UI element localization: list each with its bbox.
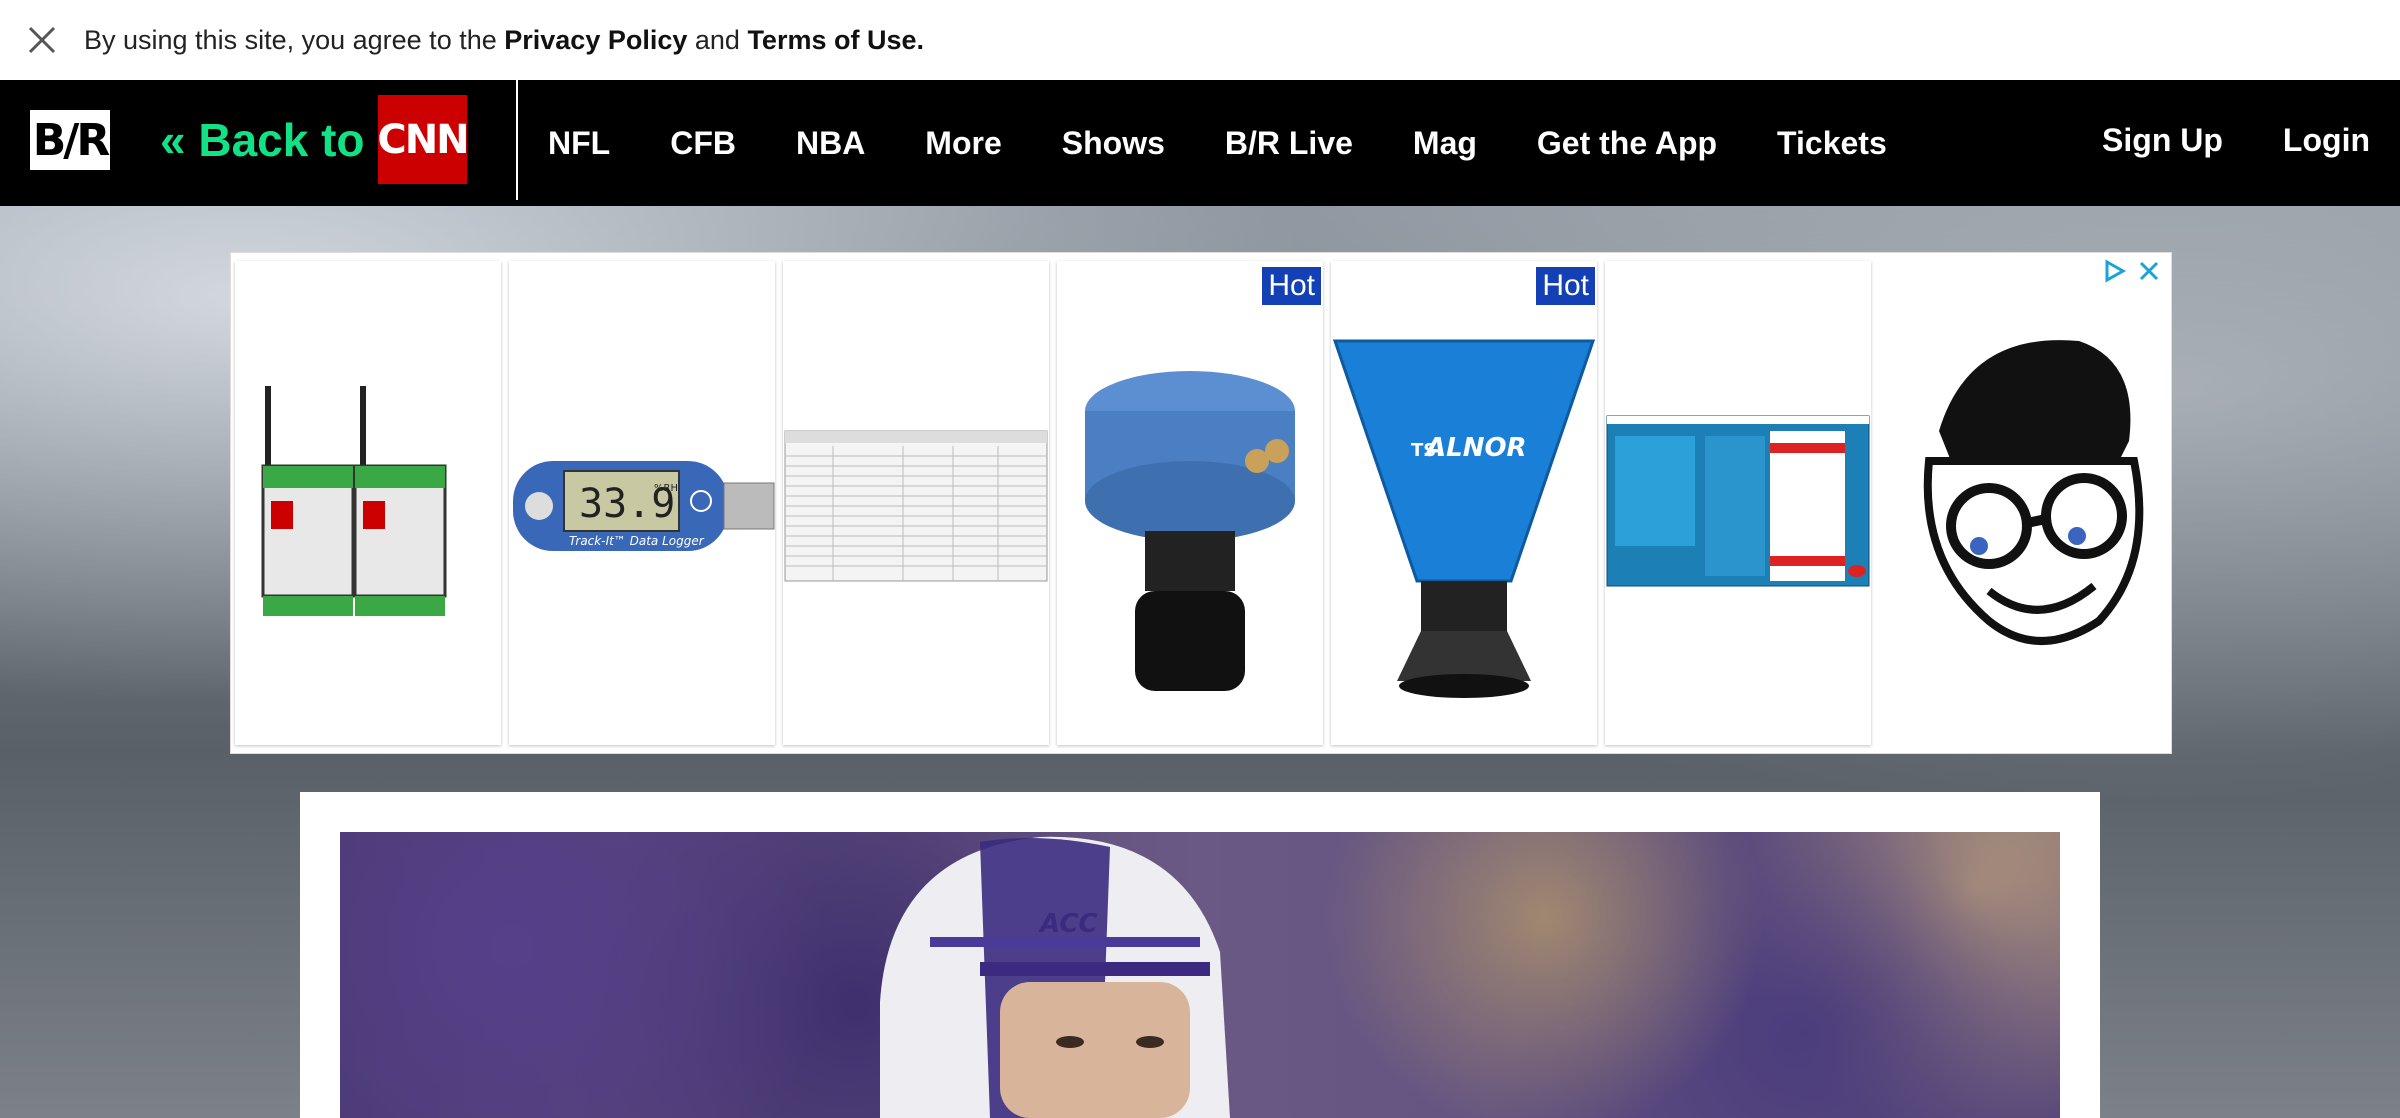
nav-links: NFL CFB NBA More Shows B/R Live Mag Get … <box>548 80 1947 206</box>
tsi-brand: TSI <box>1411 440 1443 461</box>
hot-badge: Hot <box>1536 267 1595 305</box>
article-hero-photo[interactable]: ACC <box>340 832 2060 1118</box>
ad-close-icon[interactable] <box>2137 259 2161 283</box>
cartoon-face-image <box>1923 340 2144 645</box>
nav-divider <box>516 80 518 200</box>
ad-product-data-logger[interactable]: 33.9 %RH Track-It™ Data Logger <box>509 261 775 745</box>
nav-item-shows[interactable]: Shows <box>1062 125 1165 162</box>
flow-hood-image: ALNOR TSI <box>1332 339 1596 698</box>
account-links: Sign Up Login <box>2042 80 2370 200</box>
hot-badge: Hot <box>1262 267 1321 305</box>
ad-product-software-screenshot[interactable] <box>783 261 1049 745</box>
advertisement-banner[interactable]: 33.9 %RH Track-It™ Data Logger Hot Hot A… <box>230 252 2172 754</box>
ad-brand-mascot[interactable] <box>1879 261 2167 745</box>
nav-item-more[interactable]: More <box>925 125 1001 162</box>
nav-item-cfb[interactable]: CFB <box>670 125 736 162</box>
nav-item-nba[interactable]: NBA <box>796 125 865 162</box>
adchoices-icon[interactable] <box>2103 259 2127 283</box>
nav-item-mag[interactable]: Mag <box>1413 125 1477 162</box>
nav-item-tickets[interactable]: Tickets <box>1777 125 1887 162</box>
close-icon[interactable] <box>0 0 84 80</box>
cookie-prefix: By using this site, you agree to the <box>84 24 505 55</box>
login-button[interactable]: Login <box>2283 122 2370 159</box>
cookie-banner: By using this site, you agree to the Pri… <box>0 0 2400 80</box>
nav-item-nfl[interactable]: NFL <box>548 125 610 162</box>
lcd-unit: %RH <box>654 483 678 494</box>
nav-item-get-the-app[interactable]: Get the App <box>1537 125 1717 162</box>
cookie-and: and <box>687 24 748 55</box>
ad-controls <box>2103 259 2161 283</box>
control-software-image <box>1606 415 1870 587</box>
level-sensor-image <box>1085 371 1295 691</box>
cookie-text: By using this site, you agree to the Pri… <box>84 25 924 56</box>
br-logo[interactable]: B/R <box>30 110 110 170</box>
sign-up-button[interactable]: Sign Up <box>2102 122 2223 159</box>
ad-product-control-software[interactable] <box>1605 261 1871 745</box>
logger-label: Track-It™ Data Logger <box>569 534 705 548</box>
ad-product-level-sensor[interactable]: Hot <box>1057 261 1323 745</box>
cnn-logo[interactable]: CNN <box>377 95 470 184</box>
top-nav: B/R « Back to CNN NFL CFB NBA More Shows… <box>0 80 2400 206</box>
ad-product-flow-hood[interactable]: Hot ALNOR TSI <box>1331 261 1597 745</box>
privacy-policy-link[interactable]: Privacy Policy <box>504 25 687 55</box>
nav-item-br-live[interactable]: B/R Live <box>1225 125 1353 162</box>
helmet-conference-label: ACC <box>1038 909 1097 939</box>
back-to-link[interactable]: « Back to <box>160 110 365 170</box>
usb-data-logger-image: 33.9 %RH Track-It™ Data Logger <box>513 461 775 551</box>
wireless-module-image <box>261 386 447 616</box>
software-table-image <box>784 430 1048 582</box>
ad-product-wireless-modules[interactable] <box>235 261 501 745</box>
football-player-image: ACC <box>880 836 1230 1118</box>
terms-of-use-link[interactable]: Terms of Use. <box>747 25 924 55</box>
